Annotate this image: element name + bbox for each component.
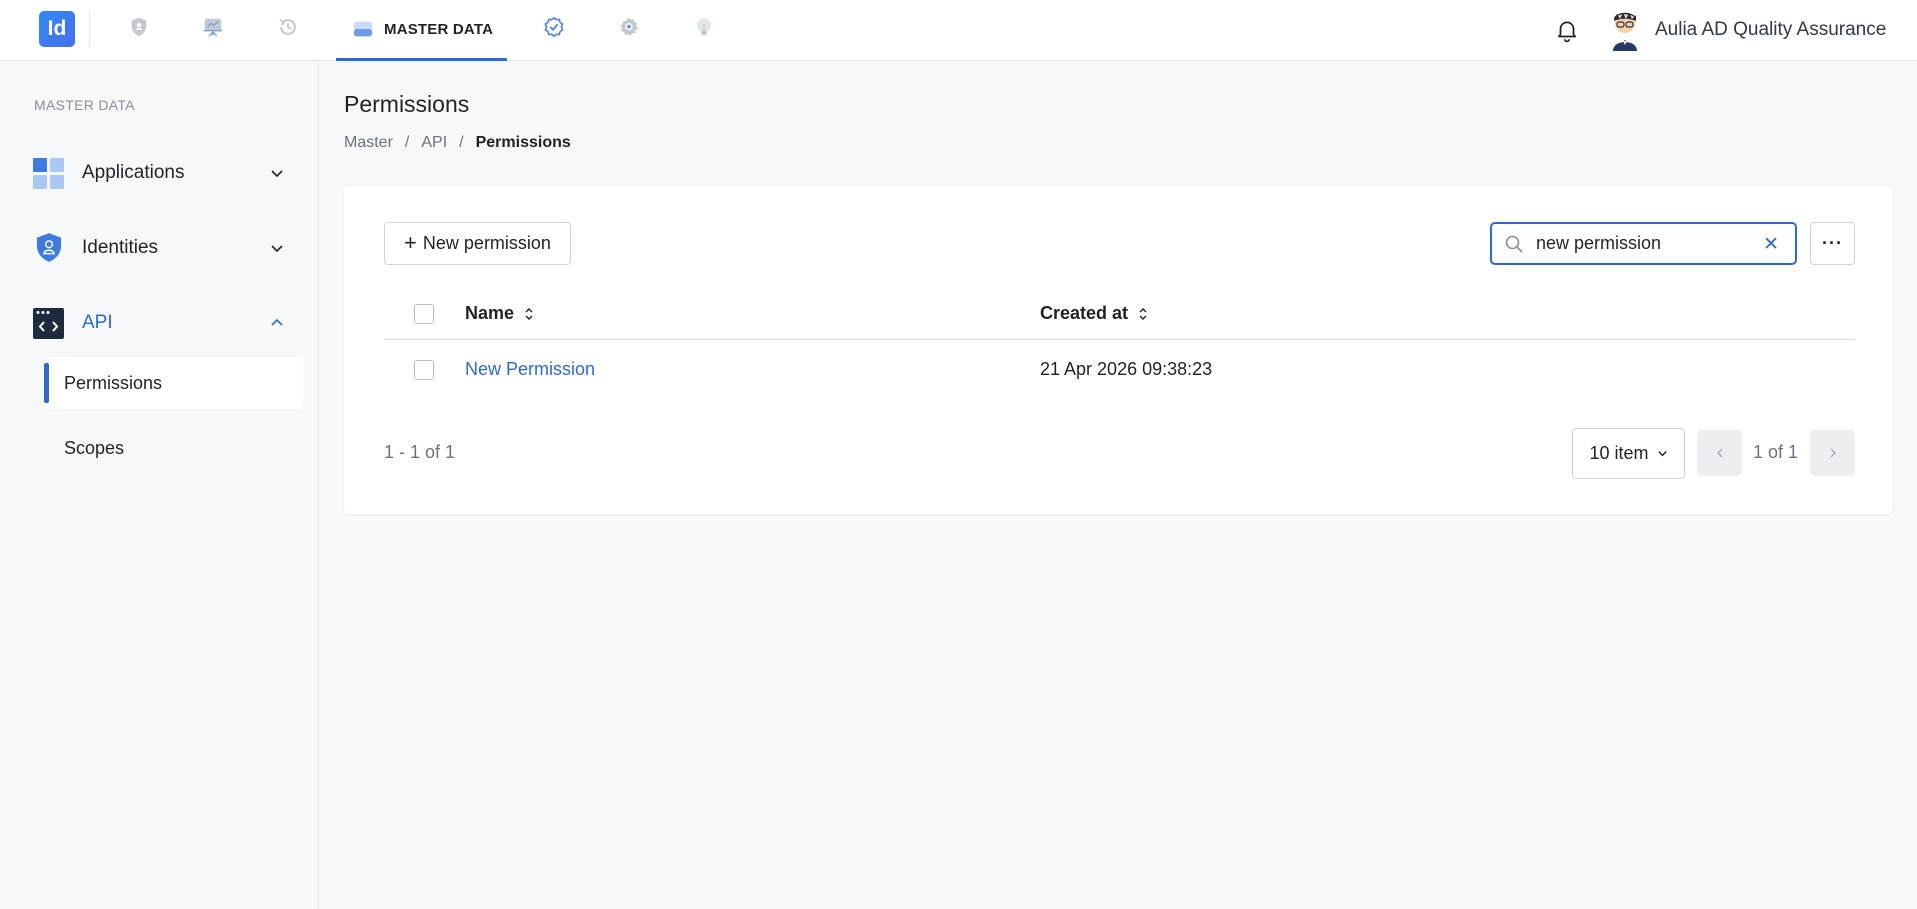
more-options-button[interactable]: ··· [1810,222,1855,265]
new-permission-button[interactable]: + New permission [384,222,571,265]
sidebar-subitem-permissions[interactable]: Permissions [44,357,303,409]
sidebar-section-title: MASTER DATA [34,97,135,113]
permissions-card: + New permission ✕ ··· Name Created at N… [344,186,1893,514]
sort-icon[interactable] [1138,307,1148,321]
top-navbar: Id MASTER DATA Aulia AD Quality Assuranc… [0,0,1917,61]
plus-icon: + [404,229,417,255]
pagination-range: 1 - 1 of 1 [384,442,456,462]
chevron-down-icon [271,245,283,253]
table-header: Name Created at [384,290,1855,340]
nav-check-badge-icon[interactable] [541,14,567,40]
database-icon [353,21,373,37]
sidebar-subitem-scopes[interactable]: Scopes [44,422,303,474]
user-avatar[interactable] [1605,9,1645,51]
chevron-right-icon [1830,448,1836,458]
prev-page-button[interactable] [1697,430,1742,476]
nav-master-data-tab[interactable]: MASTER DATA [336,0,507,61]
search-input[interactable] [1536,233,1736,254]
nav-presentation-icon[interactable] [200,14,226,40]
next-page-button[interactable] [1810,430,1855,476]
sidebar-item-applications[interactable]: Applications [33,153,298,193]
created-at-cell: 21 Apr 2026 09:38:23 [1040,359,1213,379]
search-icon [1505,235,1523,253]
notification-bell-icon[interactable] [1554,17,1580,43]
breadcrumb-master[interactable]: Master [344,134,393,152]
page-size-select[interactable]: 10 item [1572,428,1685,479]
sidebar-item-identities[interactable]: Identities [33,228,298,268]
table-row[interactable]: New Permission 21 Apr 2026 09:38:23 [384,341,1855,397]
sort-icon[interactable] [524,307,534,321]
chevron-up-icon [271,318,283,326]
select-all-checkbox[interactable] [414,304,434,324]
breadcrumb-api[interactable]: API [421,134,447,152]
app-logo[interactable]: Id [39,11,75,47]
row-checkbox[interactable] [414,360,434,380]
sidebar-subitem-label: Scopes [64,437,125,458]
logo-divider [89,11,90,47]
shield-user-icon [33,233,64,264]
breadcrumb: Master / API / Permissions [344,134,571,152]
sidebar-item-label: Identities [82,237,159,258]
user-name[interactable]: Aulia AD Quality Assurance [1655,19,1886,41]
column-header-name[interactable]: Name [465,303,534,324]
chevron-down-icon [271,170,283,178]
new-permission-label: New permission [422,233,551,253]
chevron-left-icon [1716,448,1722,458]
breadcrumb-current: Permissions [475,134,571,151]
chevron-down-icon [1657,451,1667,457]
sidebar-subitem-label: Permissions [64,372,163,393]
sidebar-item-label: API [82,312,113,333]
column-header-created-at[interactable]: Created at [1040,303,1148,324]
nav-lightbulb-icon[interactable] [691,14,717,40]
nav-shield-icon[interactable] [126,14,152,40]
sidebar: MASTER DATA Applications Identities API … [0,61,319,909]
code-window-icon [33,307,64,339]
clear-search-icon[interactable]: ✕ [1763,233,1779,256]
nav-gear-icon[interactable] [616,14,642,40]
grid-apps-icon [33,157,64,189]
nav-history-icon[interactable] [275,14,301,40]
breadcrumb-separator: / [404,134,410,151]
page-title: Permissions [344,91,470,117]
search-box[interactable]: ✕ [1490,222,1797,265]
nav-master-data-label: MASTER DATA [384,20,494,38]
sidebar-item-label: Applications [82,162,185,183]
sidebar-item-api[interactable]: API [33,303,298,343]
breadcrumb-separator: / [459,134,464,151]
permission-name-link[interactable]: New Permission [465,359,595,380]
page-info: 1 of 1 [1753,442,1799,462]
